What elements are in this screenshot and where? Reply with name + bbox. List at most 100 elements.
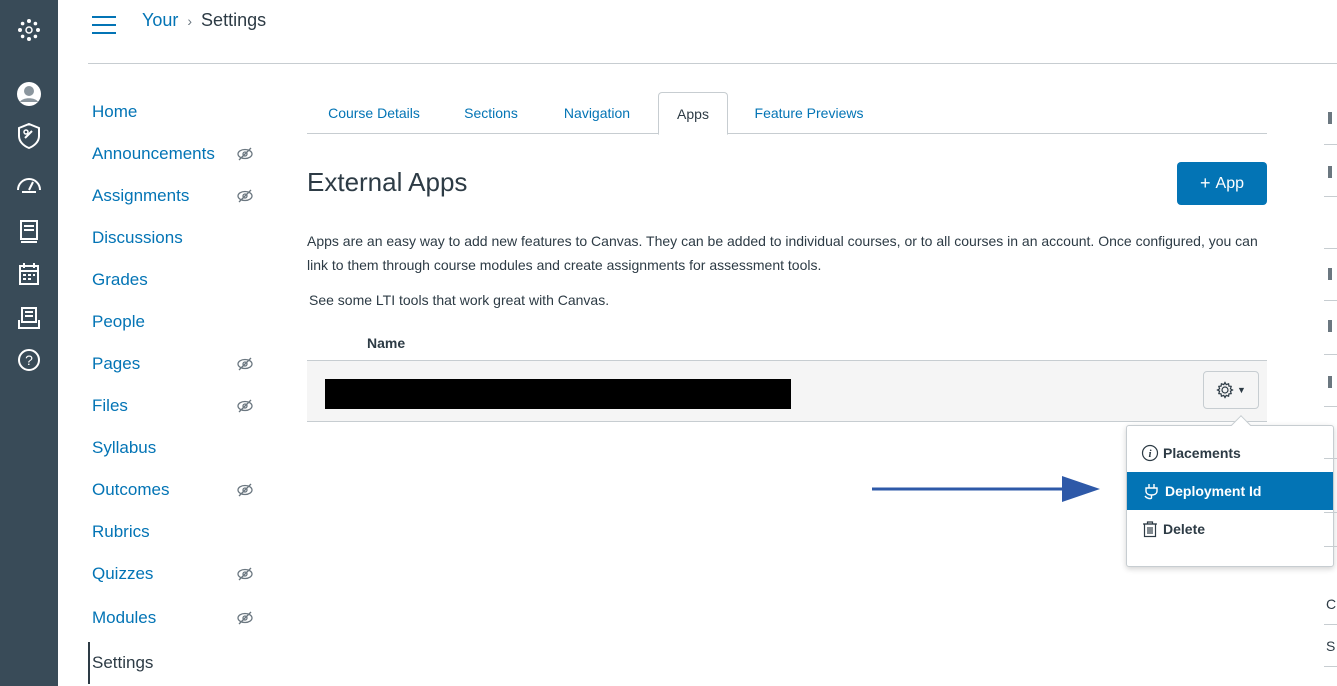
eye-slash-icon xyxy=(237,483,253,497)
course-nav-modules[interactable]: Modules xyxy=(88,602,268,634)
dashboard-icon[interactable] xyxy=(0,164,58,204)
partial-mark xyxy=(1328,268,1332,280)
divider xyxy=(1324,248,1337,249)
gear-icon xyxy=(1216,381,1234,399)
redacted-app-name xyxy=(325,379,791,409)
hamburger-menu-icon[interactable] xyxy=(92,16,116,36)
lti-tools-link[interactable]: See some LTI tools that work great with … xyxy=(309,292,609,308)
inbox-icon[interactable] xyxy=(0,298,58,338)
divider xyxy=(1324,144,1337,145)
eye-slash-icon xyxy=(237,147,253,161)
course-nav-label: Modules xyxy=(92,608,157,627)
tab-sections[interactable]: Sections xyxy=(459,92,523,134)
divider xyxy=(1324,354,1337,355)
course-nav-discussions[interactable]: Discussions xyxy=(88,222,268,254)
course-nav-announcements[interactable]: Announcements xyxy=(88,138,268,170)
course-nav-label: Announcements xyxy=(92,144,215,163)
course-nav-label: Syllabus xyxy=(92,438,157,457)
course-nav-people[interactable]: People xyxy=(88,306,268,338)
course-nav-grades[interactable]: Grades xyxy=(88,264,268,296)
admin-shield-icon[interactable] xyxy=(0,116,58,156)
settings-tabs: Course Details Sections Navigation Apps … xyxy=(307,92,1267,135)
course-nav-label: Discussions xyxy=(92,228,183,247)
course-nav-rubrics[interactable]: Rubrics xyxy=(88,516,268,548)
table-header-name: Name xyxy=(367,335,406,351)
course-nav-label: Pages xyxy=(92,354,141,373)
apps-description: Apps are an easy way to add new features… xyxy=(307,233,1258,273)
menu-item-label: Deployment Id xyxy=(1165,483,1262,499)
course-nav-label: Outcomes xyxy=(92,480,170,499)
divider xyxy=(1324,300,1337,301)
breadcrumb-current: Settings xyxy=(201,10,267,30)
menu-item-placements[interactable]: i Placements xyxy=(1127,434,1333,472)
calendar-icon[interactable] xyxy=(0,254,58,294)
course-nav-assignments[interactable]: Assignments xyxy=(88,180,268,212)
tab-feature-previews[interactable]: Feature Previews xyxy=(747,92,871,134)
partial-text: S xyxy=(1326,638,1336,654)
course-nav-label: Rubrics xyxy=(92,522,150,541)
breadcrumb-course-link[interactable]: Your xyxy=(142,10,178,31)
courses-icon[interactable] xyxy=(0,212,58,252)
course-nav-label: Home xyxy=(92,102,138,121)
divider xyxy=(1324,406,1337,407)
breadcrumb-separator: › xyxy=(187,12,193,29)
divider xyxy=(1324,546,1337,547)
course-nav-label: Quizzes xyxy=(92,564,154,583)
menu-item-label: Placements xyxy=(1163,445,1241,461)
divider xyxy=(1324,512,1337,513)
table-row: ▼ xyxy=(307,360,1267,422)
divider xyxy=(1324,624,1337,625)
right-sidebar-partial: C S xyxy=(1320,92,1337,686)
divider xyxy=(1324,666,1337,667)
add-app-button[interactable]: + App xyxy=(1177,162,1267,205)
eye-slash-icon xyxy=(237,611,253,625)
page-title: External Apps xyxy=(307,167,468,197)
tab-course-details[interactable]: Course Details xyxy=(323,92,425,134)
course-nav-pages[interactable]: Pages xyxy=(88,348,268,380)
course-nav-label: Assignments xyxy=(92,186,190,205)
partial-mark xyxy=(1328,166,1332,178)
course-nav-label: Grades xyxy=(92,270,148,289)
partial-mark xyxy=(1328,376,1332,388)
plus-icon: + xyxy=(1200,173,1211,193)
svg-text:?: ? xyxy=(25,352,33,368)
trash-icon xyxy=(1143,521,1157,538)
help-icon[interactable]: ? xyxy=(0,340,58,380)
account-avatar-icon[interactable] xyxy=(0,74,58,114)
tab-navigation[interactable]: Navigation xyxy=(557,92,637,134)
plug-icon xyxy=(1144,484,1158,500)
menu-item-label: Delete xyxy=(1163,521,1206,537)
course-nav-label: Settings xyxy=(92,653,154,672)
divider xyxy=(1324,458,1337,459)
course-nav-settings[interactable]: Settings xyxy=(88,642,268,684)
eye-slash-icon xyxy=(237,357,253,371)
header: Your › Settings xyxy=(88,0,1337,64)
svg-text:i: i xyxy=(1148,448,1152,460)
course-nav-syllabus[interactable]: Syllabus xyxy=(88,432,268,464)
add-app-label: App xyxy=(1215,174,1244,192)
course-nav-label: People xyxy=(92,312,145,331)
divider xyxy=(1324,196,1337,197)
breadcrumb: Your › Settings xyxy=(142,10,266,31)
eye-slash-icon xyxy=(237,189,253,203)
course-nav-files[interactable]: Files xyxy=(88,390,268,422)
eye-slash-icon xyxy=(237,399,253,413)
course-nav-label: Files xyxy=(92,396,128,415)
menu-item-deployment-id[interactable]: Deployment Id xyxy=(1127,472,1333,510)
course-nav-quizzes[interactable]: Quizzes xyxy=(88,558,268,590)
annotation-arrow xyxy=(872,476,1100,502)
app-settings-button[interactable]: ▼ xyxy=(1203,371,1259,409)
app-actions-menu: i Placements Deployment Id Delete xyxy=(1126,425,1334,567)
canvas-logo-icon[interactable] xyxy=(0,10,58,50)
eye-slash-icon xyxy=(237,567,253,581)
course-nav-outcomes[interactable]: Outcomes xyxy=(88,474,268,506)
partial-text: C xyxy=(1326,596,1337,612)
partial-mark xyxy=(1328,320,1332,332)
tab-apps[interactable]: Apps xyxy=(658,92,728,135)
chevron-down-icon: ▼ xyxy=(1237,385,1246,395)
info-icon: i xyxy=(1141,444,1159,462)
menu-item-delete[interactable]: Delete xyxy=(1127,510,1333,548)
course-nav-home[interactable]: Home xyxy=(88,96,268,128)
global-nav: ? xyxy=(0,0,58,686)
partial-mark xyxy=(1328,112,1332,124)
